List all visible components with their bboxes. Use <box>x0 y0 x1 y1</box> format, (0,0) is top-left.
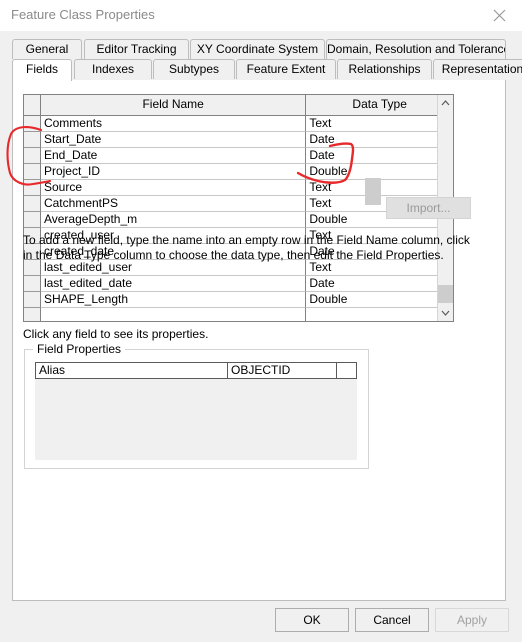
cell-field-name[interactable]: End_Date <box>40 148 307 164</box>
cell-field-name[interactable]: Comments <box>40 116 307 132</box>
apply-button[interactable]: Apply <box>435 608 509 632</box>
tab-relationships[interactable]: Relationships <box>337 59 432 79</box>
tab-panel-fields: Field Name Data Type Comments Text Start_D… <box>12 80 506 601</box>
row-selector-cell[interactable] <box>24 116 41 132</box>
field-properties-group: Field Properties Alias OBJECTID <box>24 342 369 469</box>
chevron-down-icon[interactable] <box>438 305 453 321</box>
cell-field-name[interactable]: SHAPE_Length <box>40 292 307 308</box>
tab-representations[interactable]: Representations <box>433 59 522 79</box>
footer-help-text: To add a new field, type the name into a… <box>23 233 470 262</box>
tab-fields[interactable]: Fields <box>12 59 72 81</box>
table-row[interactable]: SHAPE_Length Double <box>24 292 453 308</box>
grid-hint-text: Click any field to see its properties. <box>23 327 209 341</box>
close-icon <box>493 9 506 22</box>
tab-label: Feature Extent <box>246 62 326 76</box>
tab-feature-extent[interactable]: Feature Extent <box>236 59 336 79</box>
column-header-data-type[interactable]: Data Type <box>306 95 453 116</box>
tab-xy-coordinate-system[interactable]: XY Coordinate System <box>190 39 325 59</box>
field-grid-header: Field Name Data Type <box>24 95 453 116</box>
tab-editor-tracking[interactable]: Editor Tracking <box>84 39 189 59</box>
field-properties-scrollbar-thumb[interactable] <box>365 178 381 205</box>
cell-field-name[interactable]: Source <box>40 180 307 196</box>
tab-domain-resolution-and-tolerance[interactable]: Domain, Resolution and Tolerance <box>326 39 506 59</box>
row-selector-cell[interactable] <box>24 308 41 321</box>
cancel-button[interactable]: Cancel <box>355 608 429 632</box>
tab-label: Relationships <box>348 62 421 76</box>
tab-indexes[interactable]: Indexes <box>74 59 152 79</box>
tab-label: Indexes <box>91 62 135 76</box>
title-bar: Feature Class Properties <box>0 0 522 32</box>
table-row[interactable]: Source Text <box>24 180 453 196</box>
cell-data-type[interactable]: Date <box>306 276 453 292</box>
tab-general[interactable]: General <box>12 39 82 59</box>
scrollbar-thumb[interactable] <box>438 285 453 303</box>
cell-data-type[interactable]: Date <box>306 132 453 148</box>
row-selector-cell[interactable] <box>24 292 41 308</box>
cell-field-name[interactable]: CatchmentPS <box>40 196 307 212</box>
tab-label: Domain, Resolution and Tolerance <box>327 42 506 56</box>
cell-data-type[interactable]: Double <box>306 292 453 308</box>
table-row[interactable]: Start_Date Date <box>24 132 453 148</box>
field-property-spare-cell <box>336 362 357 379</box>
cell-field-name[interactable]: Project_ID <box>40 164 307 180</box>
row-selector-cell[interactable] <box>24 212 41 228</box>
cell-field-name[interactable]: last_edited_date <box>40 276 307 292</box>
grid-corner-cell <box>24 95 41 116</box>
tab-label: Representations <box>441 62 522 76</box>
row-selector-cell[interactable] <box>24 276 41 292</box>
row-selector-cell[interactable] <box>24 196 41 212</box>
column-header-field-name[interactable]: Field Name <box>40 95 307 116</box>
table-row[interactable]: Project_ID Double <box>24 164 453 180</box>
tab-label: Subtypes <box>168 62 220 76</box>
tab-label: Fields <box>25 62 58 76</box>
table-row[interactable]: last_edited_date Date <box>24 276 453 292</box>
field-property-label-alias: Alias <box>35 362 227 379</box>
field-properties-legend: Field Properties <box>33 342 126 356</box>
cell-data-type[interactable] <box>306 308 453 321</box>
table-row[interactable]: Comments Text <box>24 116 453 132</box>
cell-field-name[interactable] <box>40 308 307 321</box>
tab-label: Editor Tracking <box>96 42 177 56</box>
field-property-value-alias[interactable]: OBJECTID <box>227 362 336 379</box>
chevron-up-icon[interactable] <box>438 95 453 111</box>
row-selector-cell[interactable] <box>24 148 41 164</box>
row-selector-cell[interactable] <box>24 132 41 148</box>
cell-data-type[interactable]: Date <box>306 148 453 164</box>
tab-label: XY Coordinate System <box>196 42 319 56</box>
close-button[interactable] <box>477 0 522 31</box>
import-button[interactable]: Import... <box>386 197 471 219</box>
table-row[interactable] <box>24 308 453 321</box>
dialog-body: General Editor Tracking XY Coordinate Syst… <box>0 31 522 642</box>
cell-data-type[interactable]: Text <box>306 116 453 132</box>
cell-field-name[interactable]: Start_Date <box>40 132 307 148</box>
table-row[interactable]: End_Date Date <box>24 148 453 164</box>
row-selector-cell[interactable] <box>24 180 41 196</box>
ok-button[interactable]: OK <box>275 608 349 632</box>
field-properties-grid[interactable]: Alias OBJECTID <box>35 362 357 460</box>
cell-field-name[interactable]: AverageDepth_m <box>40 212 307 228</box>
tab-label: General <box>25 42 69 56</box>
row-selector-cell[interactable] <box>24 164 41 180</box>
window-title: Feature Class Properties <box>11 7 155 22</box>
field-properties-row[interactable]: Alias OBJECTID <box>35 362 357 379</box>
tab-subtypes[interactable]: Subtypes <box>153 59 235 79</box>
